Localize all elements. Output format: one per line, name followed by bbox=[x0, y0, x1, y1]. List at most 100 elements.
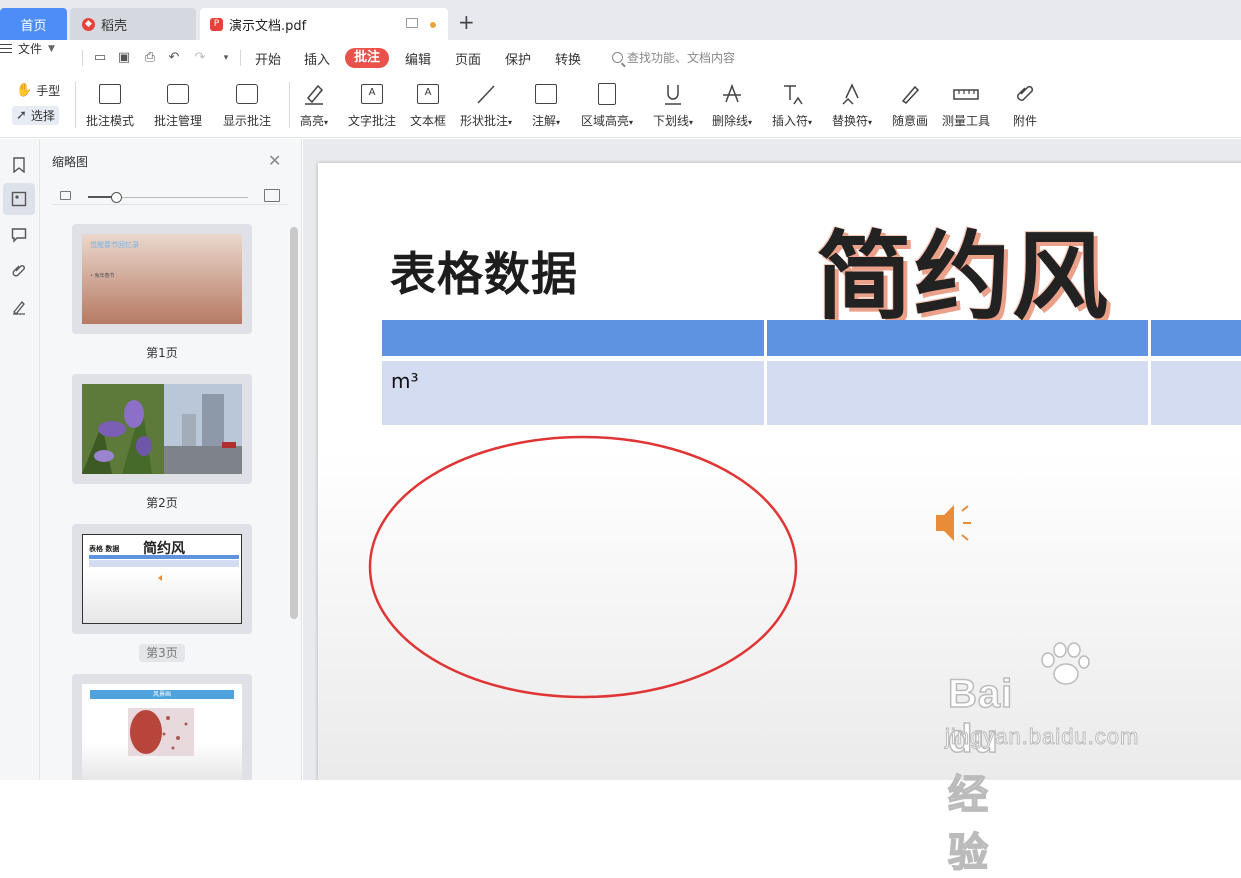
bookmark-icon[interactable] bbox=[3, 149, 35, 181]
note-icon bbox=[535, 84, 558, 104]
speaker-icon[interactable] bbox=[934, 501, 982, 545]
area-highlight-button[interactable]: 区域高亮▾ bbox=[581, 80, 633, 129]
note-label: 注解 bbox=[532, 114, 557, 128]
page-label-2: 第2页 bbox=[146, 496, 178, 510]
annotation-manage-button[interactable]: 批注管理 bbox=[154, 80, 202, 129]
table-header-cell bbox=[1151, 320, 1241, 356]
save-icon[interactable]: ▣ bbox=[116, 50, 132, 66]
insert-caret-icon bbox=[784, 85, 803, 105]
annotation-manage-icon bbox=[167, 84, 189, 104]
table-cell bbox=[1151, 361, 1241, 425]
watermark-url: jingyan.baidu.com bbox=[944, 724, 1140, 750]
note-button[interactable]: 注解▾ bbox=[532, 80, 560, 129]
attachment-button[interactable]: 附件 bbox=[1013, 80, 1037, 129]
underline-button[interactable]: 下划线▾ bbox=[653, 80, 693, 129]
file-menu-label: 文件 bbox=[18, 42, 43, 56]
panel-scrollbar[interactable] bbox=[290, 227, 298, 619]
strikethrough-button[interactable]: 删除线▾ bbox=[712, 80, 752, 129]
page-thumbnail-1[interactable]: 觉醒春节回忆录 • 兔年春节 bbox=[72, 224, 252, 334]
divider bbox=[240, 50, 241, 66]
signature-icon[interactable] bbox=[3, 291, 35, 323]
page-thumbnail-3[interactable]: 表格 数据 简约风 bbox=[72, 524, 252, 634]
textbox-button[interactable]: A 文本框 bbox=[410, 80, 446, 129]
attachment-rail-icon[interactable] bbox=[3, 255, 35, 287]
pen-icon bbox=[901, 85, 920, 104]
zoom-slider-handle[interactable] bbox=[110, 192, 122, 203]
unsaved-dot-icon bbox=[430, 22, 436, 28]
hand-icon: ✋ bbox=[16, 83, 33, 98]
divider bbox=[289, 82, 290, 128]
slide-big-title: 简约风 bbox=[816, 221, 1110, 333]
document-viewer[interactable]: 表格数据 简约风 m³ bbox=[303, 139, 1241, 780]
zoom-in-image-icon[interactable] bbox=[264, 189, 280, 202]
highlight-button[interactable]: 高亮▾ bbox=[300, 80, 328, 129]
freehand-button[interactable]: 随意画 bbox=[892, 80, 928, 129]
hand-tool-button[interactable]: ✋ 手型 bbox=[16, 82, 60, 99]
thumbnail-1-bullet: • 兔年春节 bbox=[90, 273, 115, 279]
tab-daoke[interactable]: ◆ 稻壳 bbox=[70, 8, 196, 40]
menu-start[interactable]: 开始 bbox=[255, 49, 281, 68]
select-tool-button[interactable]: ➚ 选择 bbox=[12, 106, 59, 125]
annotation-manage-label: 批注管理 bbox=[154, 114, 203, 128]
open-folder-icon[interactable]: ▭ bbox=[92, 50, 108, 66]
textbox-label: 文本框 bbox=[410, 114, 447, 128]
menu-annotate[interactable]: 批注 bbox=[345, 48, 389, 68]
text-annotation-label: 文字批注 bbox=[348, 114, 397, 128]
zoom-out-image-icon[interactable] bbox=[60, 191, 71, 200]
panel-title: 缩略图 bbox=[52, 155, 89, 169]
divider bbox=[75, 82, 76, 128]
table-cell bbox=[382, 361, 764, 425]
measure-tool-button[interactable]: 测量工具 bbox=[942, 80, 990, 129]
redo-icon[interactable]: ↷ bbox=[192, 50, 208, 66]
ruler-icon bbox=[953, 89, 979, 100]
quick-access-more-icon[interactable]: ▾ bbox=[218, 50, 234, 66]
menu-insert[interactable]: 插入 bbox=[304, 49, 330, 68]
menu-bar: 文件 ▼ ▭ ▣ ⎙ ↶ ↷ ▾ 开始 插入 批注 编辑 页面 保护 转换 查找… bbox=[0, 40, 1241, 76]
menu-protect[interactable]: 保护 bbox=[505, 49, 531, 68]
thumbnail-1-title: 觉醒春节回忆录 bbox=[90, 241, 139, 249]
watermark-brand: Bai du 经验 bbox=[947, 671, 1014, 876]
monitor-icon[interactable] bbox=[406, 18, 418, 28]
thumbnail-3-image: 表格 数据 简约风 bbox=[82, 534, 242, 624]
search-box[interactable]: 查找功能、文档内容 bbox=[612, 49, 735, 66]
insert-caret-label: 插入符 bbox=[772, 114, 809, 128]
show-annotations-icon bbox=[236, 84, 258, 104]
chevron-down-icon: ▼ bbox=[48, 43, 55, 54]
shape-annotation-button[interactable]: 形状批注▾ bbox=[460, 80, 512, 129]
comment-icon[interactable] bbox=[3, 219, 35, 251]
text-annotation-button[interactable]: A 文字批注 bbox=[348, 80, 396, 129]
search-icon bbox=[612, 52, 623, 63]
close-icon[interactable]: ✕ bbox=[268, 151, 281, 170]
print-icon[interactable]: ⎙ bbox=[142, 50, 158, 66]
slide-title: 表格数据 bbox=[390, 247, 578, 301]
thumbnail-3-speaker-icon bbox=[158, 575, 162, 581]
select-tool-label: 选择 bbox=[30, 109, 55, 123]
thumbnail-icon[interactable] bbox=[3, 183, 35, 215]
hand-tool-label: 手型 bbox=[36, 84, 61, 98]
underline-label: 下划线 bbox=[653, 114, 690, 128]
tab-document[interactable]: P 演示文档.pdf bbox=[200, 8, 448, 40]
annotate-mode-button[interactable]: 批注模式 bbox=[86, 80, 134, 129]
menu-convert[interactable]: 转换 bbox=[555, 49, 581, 68]
page-thumbnail-2[interactable] bbox=[72, 374, 252, 484]
ellipse-shape-annotation[interactable] bbox=[368, 435, 800, 703]
tab-home[interactable]: 首页 bbox=[0, 8, 67, 40]
text-annotation-icon: A bbox=[361, 84, 383, 104]
table-header-cell bbox=[767, 320, 1148, 356]
line-shape-icon bbox=[477, 85, 495, 104]
search-placeholder: 查找功能、文档内容 bbox=[627, 51, 736, 65]
table-header-cell bbox=[382, 320, 764, 356]
menu-page[interactable]: 页面 bbox=[455, 49, 481, 68]
page-thumbnail-4[interactable]: 风景画 bbox=[72, 674, 252, 780]
insert-caret-button[interactable]: 插入符▾ bbox=[772, 80, 812, 129]
new-tab-plus-icon[interactable]: + bbox=[458, 12, 475, 32]
highlighter-icon bbox=[305, 84, 324, 105]
annotate-mode-icon bbox=[99, 84, 121, 104]
undo-icon[interactable]: ↶ bbox=[166, 50, 182, 66]
menu-edit[interactable]: 编辑 bbox=[405, 49, 431, 68]
paperclip-icon bbox=[1017, 85, 1034, 101]
show-annotations-button[interactable]: 显示批注 bbox=[223, 80, 271, 129]
pdf-page[interactable]: 表格数据 简约风 m³ bbox=[318, 163, 1241, 780]
replace-button[interactable]: 替换符▾ bbox=[832, 80, 872, 129]
attachment-label: 附件 bbox=[1013, 114, 1038, 128]
